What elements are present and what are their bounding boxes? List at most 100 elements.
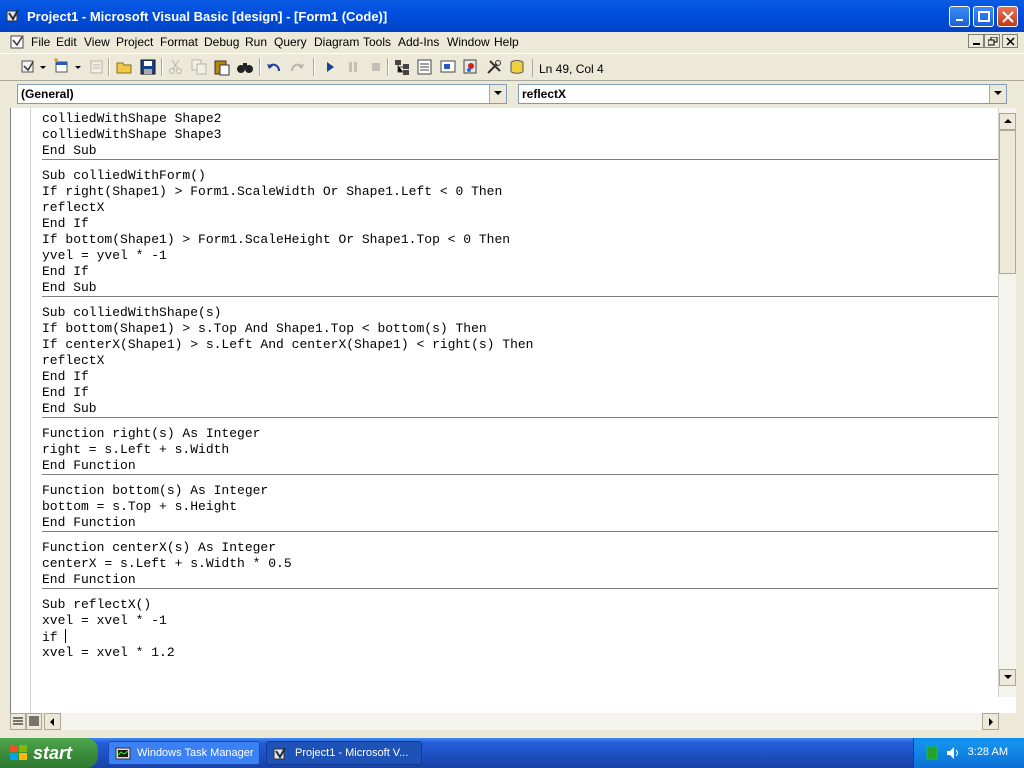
speaker-icon[interactable] bbox=[946, 745, 960, 761]
vb-app-icon[interactable] bbox=[6, 8, 22, 24]
code-line[interactable]: xvel = xvel * 1.2 bbox=[42, 645, 1000, 661]
end-stop-icon[interactable] bbox=[367, 58, 385, 76]
horizontal-scrollbar[interactable] bbox=[61, 713, 982, 730]
code-line[interactable]: colliedWithShape Shape2 bbox=[42, 111, 1000, 127]
code-line[interactable]: Function bottom(s) As Integer bbox=[42, 483, 1000, 499]
vertical-scrollbar[interactable] bbox=[998, 108, 1016, 697]
child-restore-button[interactable] bbox=[984, 34, 1000, 48]
redo-icon[interactable] bbox=[288, 58, 306, 76]
run-start-icon[interactable] bbox=[321, 58, 339, 76]
menu-edit[interactable]: Edit bbox=[56, 35, 77, 49]
child-close-button[interactable] bbox=[1002, 34, 1018, 48]
tray-app-icon[interactable] bbox=[926, 746, 938, 760]
object-combo-dropdown[interactable] bbox=[489, 85, 506, 103]
code-line[interactable]: Sub reflectX() bbox=[42, 597, 1000, 613]
add-project-icon[interactable] bbox=[20, 58, 38, 76]
project-explorer-icon[interactable] bbox=[393, 58, 411, 76]
object-combo[interactable]: (General) bbox=[17, 84, 507, 104]
menu-help[interactable]: Help bbox=[494, 35, 519, 49]
scroll-left-button[interactable] bbox=[44, 713, 61, 730]
menu-window[interactable]: Window bbox=[447, 35, 490, 49]
code-editor[interactable]: colliedWithShape Shape2 colliedWithShape … bbox=[10, 108, 1016, 714]
menu-run[interactable]: Run bbox=[245, 35, 267, 49]
code-procedure[interactable]: Sub reflectX() xvel = xvel * -1 if xvel = … bbox=[42, 589, 1000, 661]
menu-editor-icon[interactable] bbox=[88, 58, 106, 76]
code-line[interactable]: Function centerX(s) As Integer bbox=[42, 540, 1000, 556]
save-icon[interactable] bbox=[139, 58, 157, 76]
menu-tools[interactable]: Tools bbox=[363, 35, 391, 49]
code-line[interactable]: reflectX bbox=[42, 353, 1000, 369]
code-procedure[interactable]: Function right(s) As Integer right = s.Le… bbox=[42, 418, 1000, 475]
code-line[interactable]: reflectX bbox=[42, 200, 1000, 216]
procedure-view-button[interactable] bbox=[10, 713, 26, 730]
toolbox-icon[interactable] bbox=[485, 58, 503, 76]
menu-view[interactable]: View bbox=[84, 35, 110, 49]
code-line[interactable]: xvel = xvel * -1 bbox=[42, 613, 1000, 629]
procedure-combo[interactable]: reflectX bbox=[518, 84, 1007, 104]
chevron-down-icon[interactable] bbox=[40, 66, 46, 70]
break-pause-icon[interactable] bbox=[344, 58, 362, 76]
code-line[interactable]: End Function bbox=[42, 515, 1000, 531]
code-line[interactable]: End Function bbox=[42, 572, 1000, 588]
menu-format[interactable]: Format bbox=[160, 35, 198, 49]
taskbar-item-task-manager[interactable]: Windows Task Manager bbox=[108, 741, 260, 765]
code-line[interactable]: End If bbox=[42, 264, 1000, 280]
code-line[interactable]: bottom = s.Top + s.Height bbox=[42, 499, 1000, 515]
menu-file[interactable]: File bbox=[31, 35, 50, 49]
code-line[interactable]: If right(Shape1) > Form1.ScaleWidth Or S… bbox=[42, 184, 1000, 200]
child-minimize-button[interactable] bbox=[968, 34, 984, 48]
code-window-icon[interactable] bbox=[10, 34, 26, 50]
code-line[interactable]: Sub colliedWithShape(s) bbox=[42, 305, 1000, 321]
code-margin[interactable] bbox=[11, 108, 31, 714]
taskbar-item-visual-basic[interactable]: Project1 - Microsoft V... bbox=[266, 741, 422, 765]
code-line[interactable]: End Sub bbox=[42, 143, 1000, 159]
cut-icon[interactable] bbox=[167, 58, 185, 76]
code-procedure[interactable]: Sub colliedWithForm() If right(Shape1) > … bbox=[42, 160, 1000, 297]
code-line[interactable]: right = s.Left + s.Width bbox=[42, 442, 1000, 458]
properties-window-icon[interactable] bbox=[416, 58, 434, 76]
scroll-thumb[interactable] bbox=[999, 130, 1016, 274]
scroll-down-button[interactable] bbox=[999, 669, 1016, 686]
code-procedure[interactable]: colliedWithShape Shape2 colliedWithShape … bbox=[42, 111, 1000, 160]
maximize-button[interactable] bbox=[973, 6, 994, 27]
code-text-area[interactable]: colliedWithShape Shape2 colliedWithShape … bbox=[42, 111, 1000, 711]
open-folder-icon[interactable] bbox=[116, 58, 134, 76]
start-button[interactable]: start bbox=[0, 738, 98, 768]
code-line[interactable]: centerX = s.Left + s.Width * 0.5 bbox=[42, 556, 1000, 572]
object-browser-icon[interactable] bbox=[462, 58, 480, 76]
find-binoculars-icon[interactable] bbox=[236, 58, 254, 76]
chevron-down-icon[interactable] bbox=[75, 66, 81, 70]
form-layout-icon[interactable] bbox=[439, 58, 457, 76]
paste-icon[interactable] bbox=[213, 58, 231, 76]
code-line[interactable]: End If bbox=[42, 216, 1000, 232]
code-line[interactable]: colliedWithShape Shape3 bbox=[42, 127, 1000, 143]
close-button[interactable] bbox=[997, 6, 1018, 27]
code-procedure[interactable]: Function bottom(s) As Integer bottom = s.… bbox=[42, 475, 1000, 532]
minimize-button[interactable] bbox=[949, 6, 970, 27]
code-line[interactable]: End If bbox=[42, 385, 1000, 401]
code-line[interactable]: If bottom(Shape1) > Form1.ScaleHeight Or… bbox=[42, 232, 1000, 248]
scroll-up-button[interactable] bbox=[999, 113, 1016, 130]
code-line[interactable]: if bbox=[42, 629, 1000, 645]
code-line[interactable]: End Function bbox=[42, 458, 1000, 474]
scroll-right-button[interactable] bbox=[982, 713, 999, 730]
procedure-combo-dropdown[interactable] bbox=[989, 85, 1006, 103]
data-view-icon[interactable] bbox=[508, 58, 526, 76]
code-line[interactable]: If centerX(Shape1) > s.Left And centerX(… bbox=[42, 337, 1000, 353]
code-line[interactable]: Function right(s) As Integer bbox=[42, 426, 1000, 442]
menu-add-ins[interactable]: Add-Ins bbox=[398, 35, 439, 49]
add-form-icon[interactable] bbox=[53, 58, 71, 76]
code-line[interactable]: End If bbox=[42, 369, 1000, 385]
full-module-view-button[interactable] bbox=[26, 713, 42, 730]
copy-icon[interactable] bbox=[190, 58, 208, 76]
menu-project[interactable]: Project bbox=[116, 35, 153, 49]
menu-debug[interactable]: Debug bbox=[204, 35, 239, 49]
code-line[interactable]: If bottom(Shape1) > s.Top And Shape1.Top… bbox=[42, 321, 1000, 337]
menu-diagram[interactable]: Diagram bbox=[314, 35, 359, 49]
code-line[interactable]: yvel = yvel * -1 bbox=[42, 248, 1000, 264]
code-procedure[interactable]: Function centerX(s) As Integer centerX = … bbox=[42, 532, 1000, 589]
code-line[interactable]: End Sub bbox=[42, 401, 1000, 417]
code-line[interactable]: Sub colliedWithForm() bbox=[42, 168, 1000, 184]
code-line[interactable]: End Sub bbox=[42, 280, 1000, 296]
undo-icon[interactable] bbox=[265, 58, 283, 76]
